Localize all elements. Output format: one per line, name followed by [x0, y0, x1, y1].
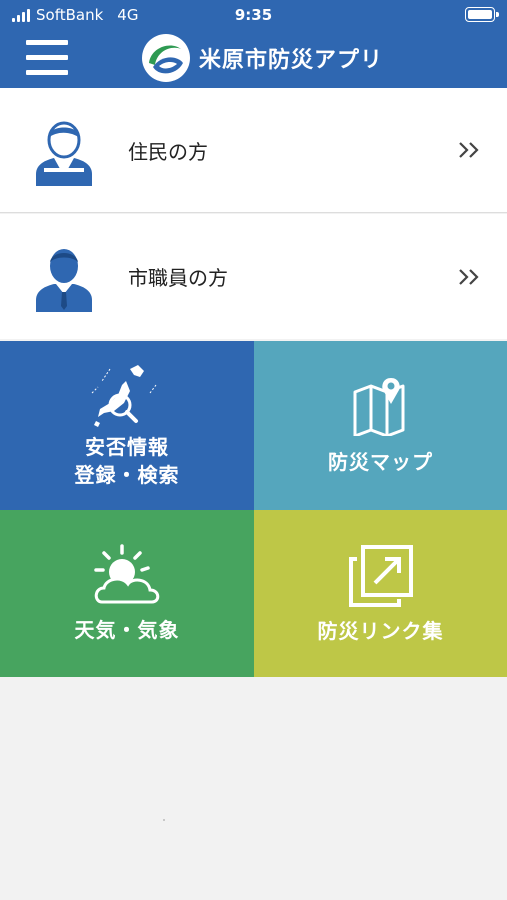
tile-safety-line1: 安否情報: [85, 434, 169, 459]
double-chevron-right-icon: [459, 268, 479, 285]
staff-menu-row[interactable]: 市職員の方: [0, 214, 507, 339]
row-label-resident: 住民の方: [128, 139, 208, 164]
tile-safety-line2: 登録・検索: [74, 462, 180, 487]
status-bar: SoftBank 4G 9:35: [0, 0, 507, 30]
tile-weather-label: 天気・気象: [74, 617, 180, 642]
app-title: 米原市防災アプリ: [199, 48, 384, 73]
japan-map-search-icon: [91, 364, 157, 427]
tile-safety-info[interactable]: 安否情報 登録・検索: [0, 341, 254, 510]
tile-safety-label: 安否情報 登録・検索: [75, 433, 180, 489]
home-indicator-dot: [163, 819, 165, 821]
app-header: 米原市防災アプリ: [0, 30, 507, 88]
resident-person-icon: [36, 121, 92, 186]
map-pin-icon: [353, 377, 404, 436]
tile-weather[interactable]: 天気・気象: [0, 510, 254, 677]
tile-links-label: 防災リンク集: [317, 618, 444, 643]
status-time: 9:35: [234, 6, 273, 24]
resident-menu-row[interactable]: 住民の方: [0, 88, 507, 213]
tile-links[interactable]: 防災リンク集: [254, 510, 507, 677]
hamburger-menu-icon[interactable]: [26, 39, 68, 77]
staff-person-icon: [36, 249, 92, 312]
city-logo-icon: [142, 34, 190, 82]
tile-map-label: 防災マップ: [328, 449, 433, 474]
external-link-icon: [348, 544, 413, 607]
tile-hazard-map[interactable]: 防災マップ: [254, 341, 507, 510]
battery-icon: [465, 7, 499, 22]
row-label-staff: 市職員の方: [128, 266, 228, 290]
sun-cloud-icon: [94, 543, 160, 603]
double-chevron-right-icon: [459, 142, 479, 158]
